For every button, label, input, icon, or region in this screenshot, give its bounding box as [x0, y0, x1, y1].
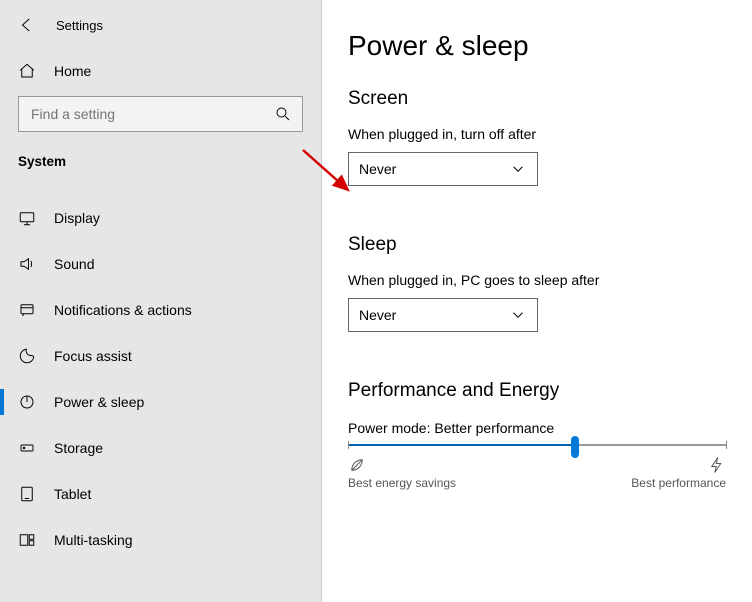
sidebar-item-label: Display — [54, 210, 100, 226]
leaf-icon — [348, 456, 366, 474]
sidebar-item-label: Multi-tasking — [54, 532, 133, 548]
slider-right-caption: Best performance — [631, 476, 726, 490]
sidebar-item-notifications[interactable]: Notifications & actions — [0, 287, 321, 333]
slider-tick — [726, 441, 727, 449]
app-title: Settings — [56, 18, 103, 33]
chevron-down-icon — [509, 306, 527, 324]
sidebar-item-label: Storage — [54, 440, 103, 456]
sidebar-item-label: Notifications & actions — [54, 302, 192, 318]
slider-track — [348, 444, 726, 446]
dropdown-value: Never — [359, 307, 396, 323]
performance-section: Performance and Energy Power mode: Bette… — [348, 380, 726, 490]
power-mode-label: Power mode: Better performance — [348, 420, 726, 436]
power-slider[interactable] — [348, 444, 726, 446]
dropdown-value: Never — [359, 161, 396, 177]
slider-tick — [348, 441, 349, 449]
sidebar-item-focus-assist[interactable]: Focus assist — [0, 333, 321, 379]
sidebar-item-label: Tablet — [54, 486, 91, 502]
back-icon[interactable] — [18, 16, 36, 34]
category-heading: System — [0, 146, 321, 181]
sidebar-item-display[interactable]: Display — [0, 195, 321, 241]
notifications-icon — [18, 301, 36, 319]
home-icon — [18, 62, 36, 80]
screen-turnoff-label: When plugged in, turn off after — [348, 126, 726, 142]
home-nav[interactable]: Home — [0, 48, 321, 90]
power-mode-prefix: Power mode: — [348, 420, 434, 436]
home-label: Home — [54, 63, 91, 79]
screen-turnoff-dropdown[interactable]: Never — [348, 152, 538, 186]
sidebar-item-multitasking[interactable]: Multi-tasking — [0, 517, 321, 563]
main-content: Power & sleep Screen When plugged in, tu… — [322, 0, 752, 602]
search-icon — [274, 105, 292, 123]
slider-captions: Best energy savings Best performance — [348, 456, 726, 490]
search-box[interactable] — [18, 96, 303, 132]
sleep-label: When plugged in, PC goes to sleep after — [348, 272, 726, 288]
page-title: Power & sleep — [348, 30, 726, 62]
slider-thumb[interactable] — [571, 436, 579, 458]
chevron-down-icon — [509, 160, 527, 178]
multitasking-icon — [18, 531, 36, 549]
sound-icon — [18, 255, 36, 273]
screen-heading: Screen — [348, 88, 726, 110]
screen-section: Screen When plugged in, turn off after N… — [348, 88, 726, 186]
slider-fill — [348, 444, 575, 446]
sidebar-item-tablet[interactable]: Tablet — [0, 471, 321, 517]
power-mode-value: Better performance — [434, 420, 554, 436]
sidebar-item-storage[interactable]: Storage — [0, 425, 321, 471]
display-icon — [18, 209, 36, 227]
tablet-icon — [18, 485, 36, 503]
nav-list: Display Sound Notifications & actions Fo… — [0, 195, 321, 563]
performance-heading: Performance and Energy — [348, 380, 726, 402]
power-icon — [18, 393, 36, 411]
sidebar-item-power-sleep[interactable]: Power & sleep — [0, 379, 321, 425]
sleep-section: Sleep When plugged in, PC goes to sleep … — [348, 234, 726, 332]
slider-left-caption: Best energy savings — [348, 476, 456, 490]
sleep-heading: Sleep — [348, 234, 726, 256]
sidebar: Settings Home System Display Sound — [0, 0, 322, 602]
sidebar-item-label: Power & sleep — [54, 394, 144, 410]
focus-assist-icon — [18, 347, 36, 365]
settings-window: Settings Home System Display Sound — [0, 0, 752, 602]
sleep-dropdown[interactable]: Never — [348, 298, 538, 332]
sidebar-item-sound[interactable]: Sound — [0, 241, 321, 287]
storage-icon — [18, 439, 36, 457]
sidebar-item-label: Focus assist — [54, 348, 132, 364]
bolt-icon — [708, 456, 726, 474]
search-input[interactable] — [29, 105, 274, 123]
sidebar-item-label: Sound — [54, 256, 94, 272]
